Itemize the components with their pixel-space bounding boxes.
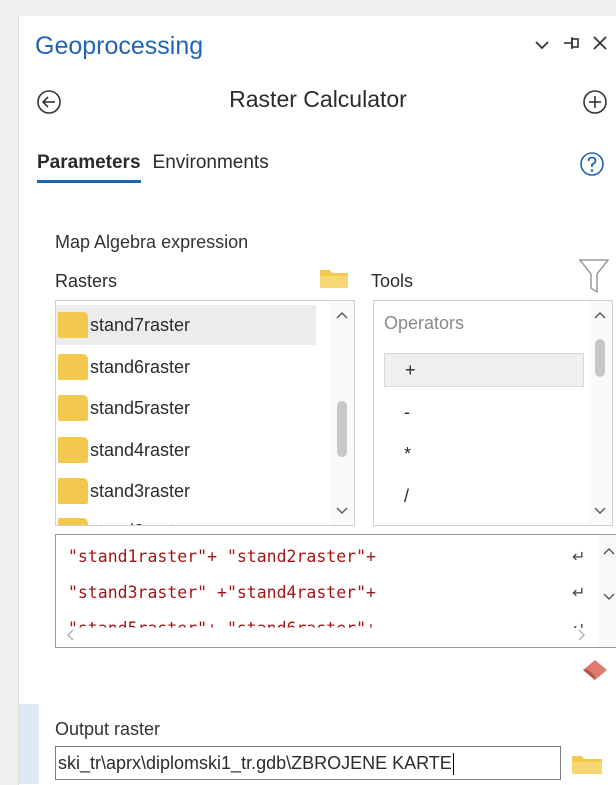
scroll-right-icon[interactable] xyxy=(572,627,592,647)
add-button[interactable] xyxy=(581,88,609,116)
output-raster-label: Output raster xyxy=(55,719,161,739)
scroll-left-icon[interactable] xyxy=(60,627,80,647)
pane-title: Geoprocessing xyxy=(35,32,204,60)
scroll-up-icon[interactable] xyxy=(330,305,354,325)
geoprocessing-pane: Geoprocessing Raster Calculator Paramete… xyxy=(18,16,616,785)
operator-item[interactable]: + xyxy=(384,353,584,387)
expression-line: "stand1raster"+ "stand2raster"+ xyxy=(68,547,376,566)
list-item[interactable]: stand6raster xyxy=(56,347,316,387)
tab-parameters[interactable]: Parameters xyxy=(37,152,141,183)
scroll-up-icon[interactable] xyxy=(588,305,612,325)
expression-editor[interactable]: "stand1raster"+ "stand2raster"+ "stand3r… xyxy=(55,534,616,648)
folder-icon xyxy=(572,756,602,774)
raster-name: stand3raster xyxy=(90,480,191,501)
list-item[interactable]: stand7raster xyxy=(56,305,316,345)
raster-folder-icon xyxy=(58,354,88,380)
operator-item[interactable]: - xyxy=(384,395,584,429)
text-caret xyxy=(452,753,454,776)
filter-button[interactable] xyxy=(578,258,610,296)
output-raster-value: ski_tr\aprx\diplomski1_tr.gdb\ZBROJENE K… xyxy=(58,753,452,773)
raster-name: stand6raster xyxy=(90,356,191,377)
list-item[interactable]: stand2raster xyxy=(56,511,316,526)
rasters-label: Rasters xyxy=(55,271,118,291)
plus-circle-icon xyxy=(583,90,607,114)
operator-item[interactable]: / xyxy=(384,479,584,513)
chevron-down-icon[interactable] xyxy=(534,34,550,56)
list-item[interactable]: stand3raster xyxy=(56,471,316,511)
help-icon xyxy=(580,152,604,176)
wrap-icon: ↵ xyxy=(572,585,586,602)
tool-header: Raster Calculator xyxy=(19,84,616,120)
tab-bar: Parameters Environments xyxy=(37,152,269,183)
scroll-down-icon[interactable] xyxy=(330,501,354,521)
browse-output-button[interactable] xyxy=(571,752,603,776)
scroll-up-icon[interactable] xyxy=(598,541,616,561)
rasters-list[interactable]: stand7raster stand6raster stand5raster s… xyxy=(55,300,355,526)
raster-folder-icon xyxy=(58,395,88,421)
rasters-scrollbar[interactable] xyxy=(330,301,354,525)
tools-category-header: Operators xyxy=(384,313,465,333)
operator-item[interactable]: * xyxy=(384,437,584,471)
close-icon[interactable] xyxy=(592,34,608,56)
scrollbar-thumb[interactable] xyxy=(337,401,347,457)
raster-folder-icon xyxy=(58,437,88,463)
list-item[interactable]: stand4raster xyxy=(56,430,316,470)
expression-hscrollbar[interactable] xyxy=(56,627,596,647)
scroll-down-icon[interactable] xyxy=(588,501,612,521)
list-item[interactable]: stand5raster xyxy=(56,388,316,428)
scroll-down-icon[interactable] xyxy=(598,587,616,607)
raster-name: stand4raster xyxy=(90,439,191,460)
expression-label: Map Algebra expression xyxy=(55,232,249,252)
raster-folder-icon xyxy=(58,312,88,338)
tab-environments[interactable]: Environments xyxy=(153,152,269,183)
tools-list[interactable]: Operators + - * / xyxy=(373,300,613,526)
tools-label: Tools xyxy=(371,271,414,291)
tools-scrollbar[interactable] xyxy=(588,301,612,525)
folder-icon xyxy=(320,270,348,288)
filter-icon xyxy=(578,259,610,294)
expression-vscrollbar[interactable] xyxy=(598,535,616,647)
expression-line: "stand3raster" +"stand4raster"+ xyxy=(68,583,376,602)
raster-name: stand2raster xyxy=(90,521,190,526)
browse-rasters-button[interactable] xyxy=(319,266,349,290)
pane-window-controls xyxy=(534,34,608,56)
clear-expression-button[interactable] xyxy=(579,656,611,682)
pin-icon[interactable] xyxy=(562,34,580,56)
raster-folder-icon xyxy=(58,518,88,525)
output-raster-input[interactable]: ski_tr\aprx\diplomski1_tr.gdb\ZBROJENE K… xyxy=(55,746,561,780)
tool-title: Raster Calculator xyxy=(229,86,407,112)
raster-folder-icon xyxy=(58,478,88,504)
help-button[interactable] xyxy=(578,150,606,178)
raster-name: stand7raster xyxy=(90,314,191,335)
eraser-icon xyxy=(583,660,607,680)
raster-name: stand5raster xyxy=(90,397,191,418)
scrollbar-thumb[interactable] xyxy=(595,339,605,377)
output-parameter-indicator xyxy=(19,704,39,784)
wrap-icon: ↵ xyxy=(572,549,586,566)
